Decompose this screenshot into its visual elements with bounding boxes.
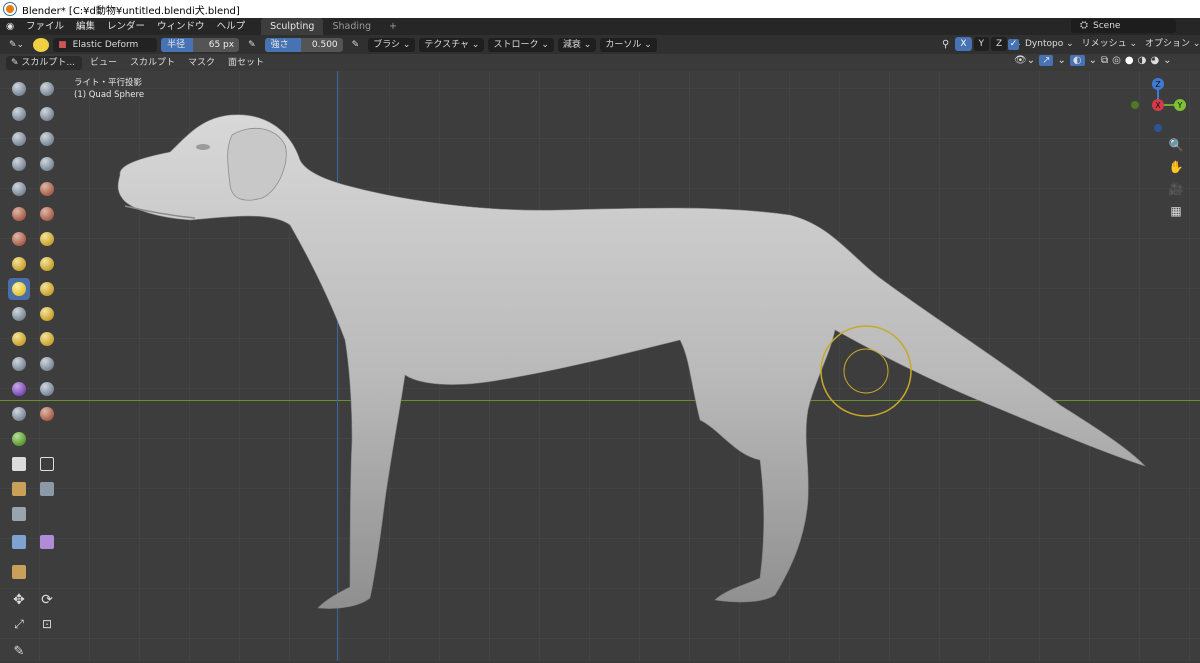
- simplify-brush-icon: [40, 382, 54, 396]
- brush-inner-circle: [843, 348, 889, 394]
- clay-brush-tool[interactable]: [8, 103, 30, 125]
- simplify-brush-tool[interactable]: [36, 378, 58, 400]
- box-mask-tool[interactable]: [8, 453, 30, 475]
- cloth-brush-tool[interactable]: [8, 378, 30, 400]
- fill-brush-tool[interactable]: [36, 203, 58, 225]
- thumb-brush-tool[interactable]: [8, 303, 30, 325]
- box-trim-tool[interactable]: [36, 478, 58, 500]
- draw-face-sets-brush-tool[interactable]: [36, 403, 58, 425]
- slide-relax-brush-tool[interactable]: [8, 353, 30, 375]
- boundary-brush-icon: [40, 357, 54, 371]
- scale-tool[interactable]: ⤢: [8, 613, 30, 635]
- flatten-brush-tool[interactable]: [8, 203, 30, 225]
- elastic-deform-brush-tool[interactable]: [8, 278, 30, 300]
- transform-tool[interactable]: ⊡: [36, 613, 58, 635]
- annotate-tool[interactable]: ✎: [8, 641, 30, 663]
- line-project-icon: [12, 507, 26, 521]
- box-face-set-tool[interactable]: [8, 478, 30, 500]
- draw-face-sets-brush-icon: [40, 407, 54, 421]
- elastic-deform-brush-icon: [12, 282, 26, 296]
- grab-brush-icon: [40, 257, 54, 271]
- inflate-brush-tool[interactable]: [8, 153, 30, 175]
- nudge-brush-icon: [12, 332, 26, 346]
- inflate-brush-icon: [12, 157, 26, 171]
- rotate-brush-tool[interactable]: [36, 328, 58, 350]
- multires-displacement-brush-tool[interactable]: [8, 428, 30, 450]
- edit-face-set-icon: [12, 565, 26, 579]
- pan-hand-icon[interactable]: ✋: [1167, 158, 1185, 176]
- gizmo-neg-y-axis: [1131, 101, 1139, 109]
- mask-brush-tool[interactable]: [8, 403, 30, 425]
- pinch-brush-icon: [12, 257, 26, 271]
- smooth-brush-tool[interactable]: [36, 178, 58, 200]
- draw-brush-icon: [12, 82, 26, 96]
- draw-sharp-brush-tool[interactable]: [36, 78, 58, 100]
- cloth-filter-icon: [40, 535, 54, 549]
- thumb-brush-icon: [12, 307, 26, 321]
- boundary-brush-tool[interactable]: [36, 353, 58, 375]
- grab-brush-tool[interactable]: [36, 253, 58, 275]
- gizmo-y-label: Y: [1177, 101, 1183, 110]
- smooth-brush-icon: [40, 182, 54, 196]
- mesh-filter-tool[interactable]: [8, 531, 30, 553]
- clay-brush-icon: [12, 107, 26, 121]
- draw-sharp-brush-icon: [40, 82, 54, 96]
- multires-displacement-brush-icon: [12, 432, 26, 446]
- dog-eye: [196, 144, 210, 150]
- edit-face-set-tool[interactable]: [8, 561, 30, 583]
- camera-view-icon[interactable]: 🎥: [1167, 180, 1185, 198]
- layer-brush-icon: [40, 132, 54, 146]
- flatten-brush-icon: [12, 207, 26, 221]
- blob-brush-tool[interactable]: [36, 153, 58, 175]
- box-hide-tool[interactable]: [36, 453, 58, 475]
- grid-perspective-icon[interactable]: ▦: [1167, 202, 1185, 220]
- box-hide-icon: [40, 457, 54, 471]
- snake-hook-brush-icon: [40, 282, 54, 296]
- mask-brush-icon: [12, 407, 26, 421]
- cloth-filter-tool[interactable]: [36, 531, 58, 553]
- clay-thumb-brush-tool[interactable]: [8, 128, 30, 150]
- gizmo-x-label: X: [1155, 101, 1161, 110]
- move-tool[interactable]: ✥: [8, 589, 30, 611]
- blob-brush-icon: [40, 157, 54, 171]
- rotate-brush-icon: [40, 332, 54, 346]
- gizmo-z-label: Z: [1155, 80, 1161, 89]
- box-mask-icon: [12, 457, 26, 471]
- pinch-brush-tool[interactable]: [8, 253, 30, 275]
- scrape-brush-tool[interactable]: [8, 228, 30, 250]
- clay-strips-brush-tool[interactable]: [36, 103, 58, 125]
- pose-brush-tool[interactable]: [36, 303, 58, 325]
- slide-relax-brush-icon: [12, 357, 26, 371]
- pose-brush-icon: [40, 307, 54, 321]
- nudge-brush-tool[interactable]: [8, 328, 30, 350]
- fill-brush-icon: [40, 207, 54, 221]
- crease-brush-icon: [12, 182, 26, 196]
- cloth-brush-icon: [12, 382, 26, 396]
- clay-strips-brush-icon: [40, 107, 54, 121]
- rotate-tool[interactable]: ⟳: [36, 589, 58, 611]
- sculpt-mesh-dog[interactable]: [0, 0, 1200, 661]
- zoom-icon[interactable]: 🔍: [1167, 136, 1185, 154]
- layer-brush-tool[interactable]: [36, 128, 58, 150]
- navigation-gizmo[interactable]: Z X Y: [1125, 75, 1195, 135]
- box-trim-icon: [40, 482, 54, 496]
- box-face-set-icon: [12, 482, 26, 496]
- scrape-brush-icon: [12, 232, 26, 246]
- crease-brush-tool[interactable]: [8, 178, 30, 200]
- clay-thumb-brush-icon: [12, 132, 26, 146]
- line-project-tool[interactable]: [8, 503, 30, 525]
- snake-hook-brush-tool[interactable]: [36, 278, 58, 300]
- multiplane-scrape-brush-icon: [40, 232, 54, 246]
- gizmo-neg-z-axis: [1154, 124, 1162, 132]
- mesh-filter-icon: [12, 535, 26, 549]
- multiplane-scrape-brush-tool[interactable]: [36, 228, 58, 250]
- draw-brush-tool[interactable]: [8, 78, 30, 100]
